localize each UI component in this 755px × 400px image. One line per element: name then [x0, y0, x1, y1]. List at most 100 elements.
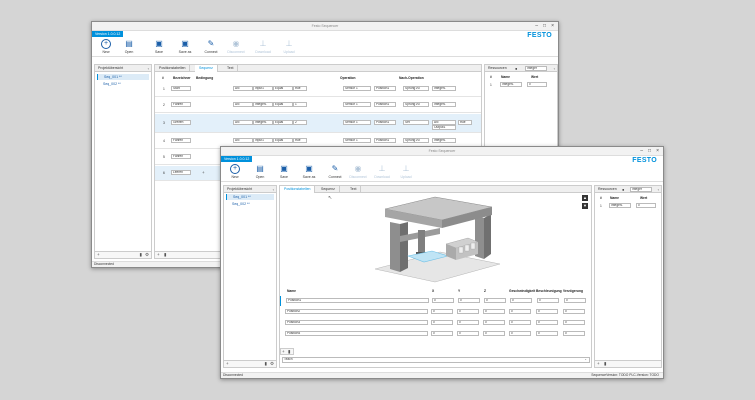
- delete-icon[interactable]: ▮: [140, 252, 142, 258]
- position-a-field[interactable]: 0: [536, 331, 558, 336]
- sequence-row[interactable]: 2 Fahren AN Integer1 Equal 1 Sensor 1 Position1…: [155, 98, 481, 112]
- condition-dropdown[interactable]: Position1: [374, 86, 396, 91]
- connect-button[interactable]: ✎ Connect: [200, 39, 222, 54]
- teach-dropdown[interactable]: Teach ⌄: [282, 357, 590, 363]
- condition-dropdown[interactable]: Sprung zu: [403, 102, 429, 107]
- condition-dropdown[interactable]: Position1: [374, 120, 396, 125]
- add-icon[interactable]: +: [97, 252, 100, 257]
- sequence-row[interactable]: 1 Start AN Input1 Equal true Sensor 1 Position1…: [155, 82, 481, 96]
- position-v-field[interactable]: 0: [509, 309, 531, 314]
- collapse-icon[interactable]: ‹: [148, 66, 149, 71]
- position-x-field[interactable]: 0: [431, 309, 453, 314]
- position-y-field[interactable]: 0: [457, 320, 479, 325]
- view-down-button[interactable]: ▼: [582, 203, 588, 209]
- tab-sequenz[interactable]: Sequenz: [317, 186, 340, 193]
- position-name-field[interactable]: Position3: [285, 320, 428, 325]
- position-name-field[interactable]: Position2: [285, 309, 428, 314]
- download-button[interactable]: ⊥ Download: [371, 164, 393, 179]
- new-button[interactable]: + New: [95, 39, 117, 54]
- delete-icon[interactable]: ▮: [265, 361, 267, 367]
- sequence-item[interactable]: Seq_001 **: [226, 194, 274, 200]
- tab-text[interactable]: Text: [346, 186, 362, 193]
- resource-name-field[interactable]: Integer1: [609, 203, 631, 208]
- resource-value-field[interactable]: 0: [527, 82, 547, 87]
- connect-button[interactable]: ✎ Connect: [324, 164, 346, 179]
- add-icon[interactable]: +: [226, 361, 229, 366]
- position-a-field[interactable]: 0: [537, 298, 559, 303]
- chevron-left-icon[interactable]: ‹: [658, 187, 659, 192]
- resource-name-field[interactable]: Integer1: [500, 82, 522, 87]
- sequence-item[interactable]: Seq_002 **: [97, 81, 149, 87]
- condition-dropdown[interactable]: Set: [403, 120, 429, 125]
- delete-icon[interactable]: ▮: [288, 349, 290, 355]
- position-y-field[interactable]: 0: [458, 298, 480, 303]
- upload-button[interactable]: ⊥ Upload: [395, 164, 417, 179]
- tab-sequenz[interactable]: Sequenz: [195, 65, 218, 72]
- resource-type-dropdown[interactable]: Integer: [525, 66, 547, 71]
- delete-icon[interactable]: ▮: [604, 361, 606, 367]
- output-dropdown[interactable]: Output1: [432, 125, 456, 130]
- condition-dropdown[interactable]: 1: [293, 102, 307, 107]
- condition-dropdown[interactable]: Equal: [273, 138, 293, 143]
- value-dropdown[interactable]: true: [458, 120, 472, 125]
- position-row[interactable]: Position4 0 0 0 0 0 0: [280, 329, 591, 339]
- position-z-field[interactable]: 0: [483, 320, 505, 325]
- condition-dropdown[interactable]: Equal: [273, 102, 293, 107]
- position-x-field[interactable]: 0: [431, 331, 453, 336]
- position-z-field[interactable]: 0: [483, 309, 505, 314]
- condition-dropdown[interactable]: Position1: [374, 138, 396, 143]
- position-name-field[interactable]: Position4: [285, 331, 428, 336]
- help-icon[interactable]: ●: [622, 187, 624, 192]
- condition-dropdown[interactable]: Sensor 1: [343, 138, 371, 143]
- condition-dropdown[interactable]: Sprung zu: [403, 86, 429, 91]
- disconnect-button[interactable]: ◉ Disconnect: [347, 164, 369, 179]
- condition-dropdown[interactable]: Input1: [253, 86, 273, 91]
- add-icon[interactable]: +: [597, 361, 600, 366]
- position-x-field[interactable]: 0: [432, 298, 454, 303]
- condition-dropdown[interactable]: true: [293, 86, 307, 91]
- condition-dropdown[interactable]: Integer1: [432, 138, 456, 143]
- position-a-field[interactable]: 0: [536, 309, 558, 314]
- add-row-icon[interactable]: +: [202, 170, 205, 175]
- save-button[interactable]: ▣ Save: [273, 164, 295, 179]
- position-row[interactable]: Position1 0 0 0 0 0 0: [280, 296, 591, 306]
- position-y-field[interactable]: 0: [457, 331, 479, 336]
- tab-positionstabellen[interactable]: Positionstabellen: [280, 186, 316, 193]
- minimize-button[interactable]: –: [535, 23, 538, 29]
- condition-dropdown[interactable]: 2: [293, 120, 307, 125]
- save-as-button[interactable]: ▣ Save as: [298, 164, 320, 179]
- save-button[interactable]: ▣ Save: [148, 39, 170, 54]
- position-d-field[interactable]: 0: [564, 298, 586, 303]
- view-up-button[interactable]: ▲: [582, 195, 588, 201]
- close-button[interactable]: ×: [551, 23, 554, 29]
- settings-icon[interactable]: ⚙: [270, 361, 274, 367]
- position-d-field[interactable]: 0: [563, 331, 585, 336]
- position-v-field[interactable]: 0: [510, 298, 532, 303]
- condition-dropdown[interactable]: Integer1: [253, 102, 273, 107]
- add-icon[interactable]: +: [157, 252, 160, 257]
- chevron-left-icon[interactable]: ‹: [554, 66, 555, 71]
- row-name-field[interactable]: Leeren: [171, 170, 191, 175]
- download-button[interactable]: ⊥ Download: [252, 39, 274, 54]
- position-z-field[interactable]: 0: [484, 298, 506, 303]
- row-name-field[interactable]: Fahren: [171, 154, 191, 159]
- position-d-field[interactable]: 0: [563, 320, 585, 325]
- condition-dropdown[interactable]: Equal: [273, 86, 293, 91]
- condition-dropdown[interactable]: Sprung zu: [403, 138, 429, 143]
- sequence-item[interactable]: Seq_002 **: [226, 201, 274, 207]
- position-row[interactable]: Position2 0 0 0 0 0 0: [280, 307, 591, 317]
- condition-dropdown[interactable]: AN: [233, 102, 253, 107]
- condition-dropdown[interactable]: Equal: [273, 120, 293, 125]
- add-icon[interactable]: +: [282, 349, 285, 354]
- condition-dropdown[interactable]: true: [293, 138, 307, 143]
- row-name-field[interactable]: Fahren: [171, 102, 191, 107]
- position-d-field[interactable]: 0: [563, 309, 585, 314]
- condition-dropdown[interactable]: Sensor 1: [343, 102, 371, 107]
- maximize-button[interactable]: □: [648, 148, 651, 154]
- collapse-icon[interactable]: ‹: [273, 187, 274, 192]
- condition-dropdown[interactable]: AN: [233, 120, 253, 125]
- machine-3d-view[interactable]: [360, 194, 510, 284]
- tab-text[interactable]: Text: [223, 65, 239, 72]
- condition-dropdown[interactable]: Integer1: [432, 86, 456, 91]
- save-as-button[interactable]: ▣ Save as: [174, 39, 196, 54]
